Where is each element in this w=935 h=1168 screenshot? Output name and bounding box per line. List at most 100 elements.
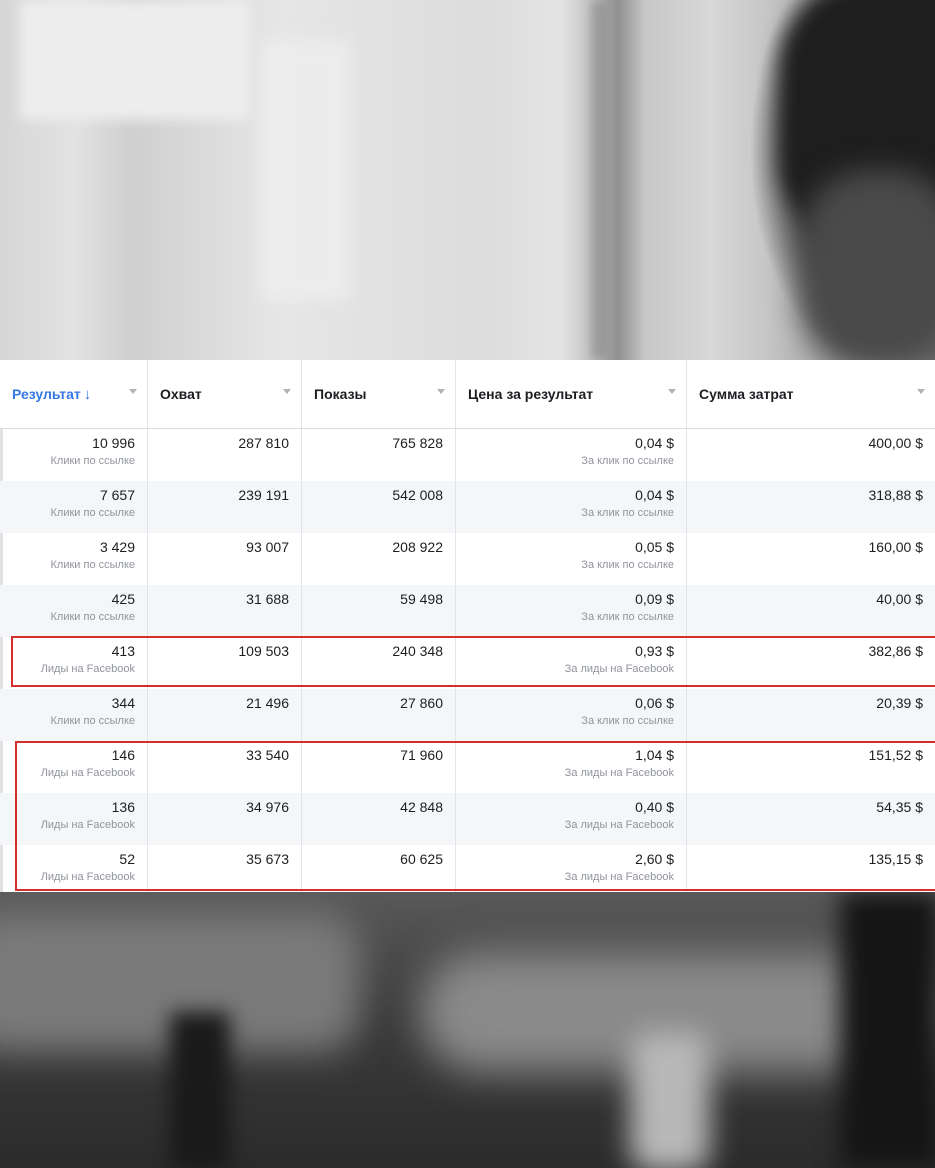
reach-value: 33 540 [246, 747, 289, 763]
cell-cost-per-result: 0,06 $ За клик по ссылке [456, 689, 687, 741]
cell-reach: 287 810 [148, 429, 302, 481]
cell-result: 52 Лиды на Facebook [0, 845, 148, 892]
result-type: Лиды на Facebook [40, 663, 135, 675]
cell-result: 425 Клики по ссылке [0, 585, 148, 637]
cost-type: За клик по ссылке [581, 559, 674, 571]
result-value: 7 657 [99, 487, 135, 503]
table-row[interactable]: 52 Лиды на Facebook 35 673 60 625 2,60 $ За л… [0, 845, 935, 892]
table-row[interactable]: 425 Клики по ссылке 31 688 59 498 0,09 $ За к… [0, 585, 935, 637]
result-value: 3 429 [99, 539, 135, 555]
cell-reach: 93 007 [148, 533, 302, 585]
spend-value: 318,88 $ [868, 487, 924, 503]
table-row[interactable]: 10 996 Клики по ссылке 287 810 765 828 0,04 … [0, 429, 935, 481]
column-header-impressions[interactable]: Показы [302, 360, 456, 428]
column-header-result[interactable]: Результат ↓ [0, 360, 148, 428]
cost-type: За клик по ссылке [581, 507, 674, 519]
cell-reach: 109 503 [148, 637, 302, 689]
cost-type: За клик по ссылке [581, 611, 674, 623]
cell-reach: 31 688 [148, 585, 302, 637]
impressions-value: 240 348 [392, 643, 443, 659]
reach-value: 239 191 [238, 487, 289, 503]
cell-amount-spent: 40,00 $ [687, 585, 935, 637]
impressions-value: 27 860 [400, 695, 443, 711]
background-photo-bottom [0, 892, 935, 1168]
cell-amount-spent: 160,00 $ [687, 533, 935, 585]
cell-result: 413 Лиды на Facebook [0, 637, 148, 689]
result-type: Лиды на Facebook [40, 767, 135, 779]
reach-value: 287 810 [238, 435, 289, 451]
cell-reach: 35 673 [148, 845, 302, 892]
cell-amount-spent: 151,52 $ [687, 741, 935, 793]
sort-desc-icon: ↓ [83, 385, 92, 403]
result-value: 52 [119, 851, 135, 867]
cell-cost-per-result: 2,60 $ За лиды на Facebook [456, 845, 687, 892]
cell-impressions: 27 860 [302, 689, 456, 741]
spend-value: 382,86 $ [868, 643, 924, 659]
cost-value: 0,09 $ [635, 591, 674, 607]
table-row[interactable]: 146 Лиды на Facebook 33 540 71 960 1,04 $ За … [0, 741, 935, 793]
cost-value: 0,06 $ [635, 695, 674, 711]
cost-value: 1,04 $ [635, 747, 674, 763]
column-menu-caret-icon[interactable] [129, 389, 137, 394]
result-value: 10 996 [92, 435, 135, 451]
column-label: Показы [314, 386, 367, 402]
cost-value: 0,04 $ [635, 487, 674, 503]
result-type: Клики по ссылке [50, 559, 136, 571]
column-menu-caret-icon[interactable] [668, 389, 676, 394]
table-row[interactable]: 3 429 Клики по ссылке 93 007 208 922 0,05 $ З… [0, 533, 935, 585]
cell-impressions: 542 008 [302, 481, 456, 533]
spend-value: 54,35 $ [876, 799, 923, 815]
spend-value: 160,00 $ [868, 539, 924, 555]
column-menu-caret-icon[interactable] [917, 389, 925, 394]
result-type: Клики по ссылке [50, 455, 136, 467]
column-menu-caret-icon[interactable] [437, 389, 445, 394]
cell-cost-per-result: 0,40 $ За лиды на Facebook [456, 793, 687, 845]
column-header-amount-spent[interactable]: Сумма затрат [687, 360, 935, 428]
cell-impressions: 240 348 [302, 637, 456, 689]
cell-reach: 34 976 [148, 793, 302, 845]
cell-cost-per-result: 0,09 $ За клик по ссылке [456, 585, 687, 637]
cell-amount-spent: 20,39 $ [687, 689, 935, 741]
column-menu-caret-icon[interactable] [283, 389, 291, 394]
cell-cost-per-result: 0,04 $ За клик по ссылке [456, 429, 687, 481]
cell-reach: 33 540 [148, 741, 302, 793]
cost-value: 0,93 $ [635, 643, 674, 659]
cell-result: 7 657 Клики по ссылке [0, 481, 148, 533]
table-row[interactable]: 344 Клики по ссылке 21 496 27 860 0,06 $ За к… [0, 689, 935, 741]
column-header-reach[interactable]: Охват [148, 360, 302, 428]
table-header: Результат ↓ Охват Показы Цена за результ… [0, 360, 935, 429]
cell-impressions: 42 848 [302, 793, 456, 845]
cell-result: 146 Лиды на Facebook [0, 741, 148, 793]
cell-impressions: 60 625 [302, 845, 456, 892]
cost-value: 0,40 $ [635, 799, 674, 815]
cell-cost-per-result: 0,04 $ За клик по ссылке [456, 481, 687, 533]
impressions-value: 42 848 [400, 799, 443, 815]
result-type: Клики по ссылке [50, 507, 136, 519]
impressions-value: 542 008 [392, 487, 443, 503]
table-row[interactable]: 136 Лиды на Facebook 34 976 42 848 0,40 $ За … [0, 793, 935, 845]
cell-cost-per-result: 0,05 $ За клик по ссылке [456, 533, 687, 585]
background-photo-top [0, 0, 935, 360]
cost-value: 0,05 $ [635, 539, 674, 555]
cell-cost-per-result: 1,04 $ За лиды на Facebook [456, 741, 687, 793]
reach-value: 34 976 [246, 799, 289, 815]
cost-type: За лиды на Facebook [564, 663, 674, 675]
column-label: Результат [12, 386, 81, 402]
cell-impressions: 59 498 [302, 585, 456, 637]
table-row[interactable]: 7 657 Клики по ссылке 239 191 542 008 0,04 $… [0, 481, 935, 533]
spend-value: 135,15 $ [868, 851, 924, 867]
cell-amount-spent: 382,86 $ [687, 637, 935, 689]
cell-impressions: 765 828 [302, 429, 456, 481]
cell-cost-per-result: 0,93 $ За лиды на Facebook [456, 637, 687, 689]
spend-value: 20,39 $ [876, 695, 923, 711]
result-type: Клики по ссылке [50, 715, 136, 727]
column-header-cost-per-result[interactable]: Цена за результат [456, 360, 687, 428]
cell-reach: 239 191 [148, 481, 302, 533]
cell-impressions: 208 922 [302, 533, 456, 585]
table-row[interactable]: 413 Лиды на Facebook 109 503 240 348 0,93 $ З… [0, 637, 935, 689]
result-type: Лиды на Facebook [40, 819, 135, 831]
cost-value: 2,60 $ [635, 851, 674, 867]
cell-result: 344 Клики по ссылке [0, 689, 148, 741]
cost-type: За лиды на Facebook [564, 767, 674, 779]
impressions-value: 60 625 [400, 851, 443, 867]
